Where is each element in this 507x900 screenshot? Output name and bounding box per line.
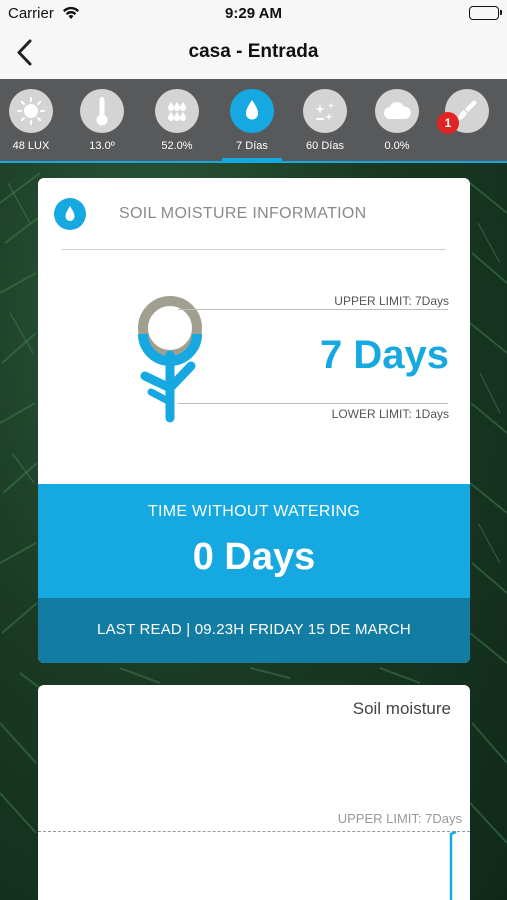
last-read-label: LAST READ | 09.23H FRIDAY 15 DE MARCH bbox=[97, 621, 411, 638]
divider bbox=[62, 249, 446, 250]
chart-series-line bbox=[449, 830, 457, 900]
last-read-panel: LAST READ | 09.23H FRIDAY 15 DE MARCH bbox=[38, 598, 470, 663]
time-without-watering-panel: TIME WITHOUT WATERING 0 Days bbox=[38, 484, 470, 598]
current-moisture-value: 7 Days bbox=[320, 333, 449, 377]
cloud-icon bbox=[375, 89, 419, 133]
sensor-days-value: 60 Días bbox=[306, 140, 344, 152]
sensor-temperature[interactable]: 13.0º bbox=[72, 87, 132, 163]
water-drop-icon bbox=[54, 198, 86, 230]
sensor-temperature-value: 13.0º bbox=[89, 140, 115, 152]
card-title: SOIL MOISTURE INFORMATION bbox=[119, 205, 367, 222]
sensor-humidity-value: 52.0% bbox=[161, 140, 193, 152]
soil-moisture-card: SOIL MOISTURE INFORMATION UPPER LIMIT: 7… bbox=[38, 178, 470, 663]
time-without-watering-value: 0 Days bbox=[192, 536, 316, 578]
humidity-drops-icon bbox=[155, 89, 199, 133]
sensor-soil-moisture[interactable]: 7 Días bbox=[222, 87, 282, 163]
sensor-soil-moisture-value: 7 Días bbox=[236, 140, 268, 152]
page-title: casa - Entrada bbox=[188, 41, 319, 62]
upper-limit-label: UPPER LIMIT: 7Days bbox=[334, 294, 449, 308]
time-without-watering-label: TIME WITHOUT WATERING bbox=[147, 503, 361, 520]
sensor-light[interactable]: 48 LUX bbox=[1, 87, 61, 163]
sensor-rain-value: 0.0% bbox=[384, 140, 410, 152]
battery-icon bbox=[469, 6, 502, 20]
sun-icon bbox=[9, 89, 53, 133]
lower-limit-line bbox=[178, 403, 448, 404]
clock: 9:29 AM bbox=[225, 5, 282, 22]
status-bar: Carrier 9:29 AM bbox=[0, 0, 507, 28]
sensor-strip: 48 LUX 13.0º 52.0% 7 Días 60 Días 0.0% bbox=[0, 79, 507, 163]
sensor-days[interactable]: 60 Días bbox=[295, 87, 355, 163]
soil-moisture-chart-card: Soil moisture UPPER LIMIT: 7Days bbox=[38, 685, 470, 900]
sensor-humidity[interactable]: 52.0% bbox=[147, 87, 207, 163]
sparkle-days-icon bbox=[303, 89, 347, 133]
thermometer-icon bbox=[80, 89, 124, 133]
navigation-bar: casa - Entrada bbox=[0, 28, 507, 79]
upper-limit-line bbox=[178, 309, 448, 310]
water-drop-icon bbox=[230, 89, 274, 133]
sprout-gauge-icon bbox=[138, 296, 202, 423]
sensor-rain[interactable]: 0.0% bbox=[367, 87, 427, 163]
alert-badge[interactable]: 1 bbox=[437, 112, 459, 134]
sensor-light-value: 48 LUX bbox=[12, 140, 50, 152]
lower-limit-label: LOWER LIMIT: 1Days bbox=[331, 407, 449, 421]
